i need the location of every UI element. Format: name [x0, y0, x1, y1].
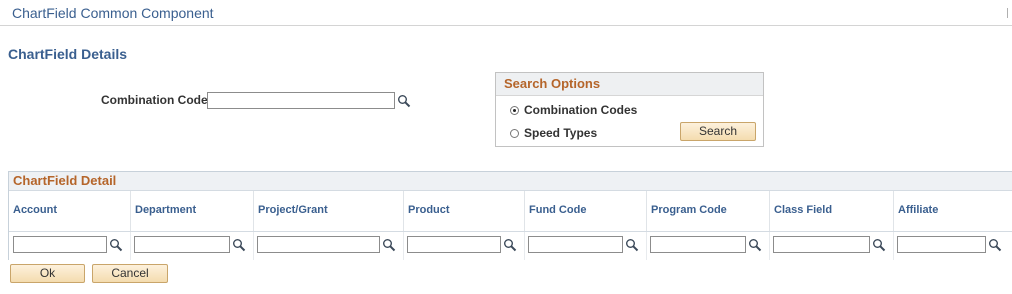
search-options-title: Search Options: [496, 73, 763, 96]
affiliate-input[interactable]: [897, 236, 986, 253]
col-class-field: Class Field: [770, 191, 894, 231]
col-program-code: Program Code: [647, 191, 770, 231]
page-header: ChartField Common Component: [0, 0, 1012, 26]
class-field-input[interactable]: [773, 236, 870, 253]
cancel-button[interactable]: Cancel: [92, 264, 168, 283]
combination-code-input[interactable]: [207, 92, 395, 109]
col-project-grant: Project/Grant: [254, 191, 404, 231]
product-input[interactable]: [407, 236, 501, 253]
radio-combination-codes-label: Combination Codes: [524, 103, 638, 117]
search-options-panel: Search Options Combination Codes Speed T…: [495, 72, 764, 147]
header-divider: [1007, 8, 1008, 18]
program-code-input[interactable]: [650, 236, 746, 253]
radio-speed-types[interactable]: Speed Types: [510, 126, 597, 140]
project-grant-input[interactable]: [257, 236, 380, 253]
radio-speed-types-label: Speed Types: [524, 126, 598, 140]
grid-title: ChartField Detail: [9, 172, 1012, 191]
col-product: Product: [404, 191, 525, 231]
combination-code-label: Combination Code: [101, 93, 208, 107]
department-input[interactable]: [134, 236, 230, 253]
affiliate-lookup-icon[interactable]: [988, 238, 1002, 252]
class-field-lookup-icon[interactable]: [872, 238, 886, 252]
page-title: ChartField Common Component: [12, 5, 214, 21]
col-account: Account: [9, 191, 131, 231]
col-fund-code: Fund Code: [525, 191, 647, 231]
department-lookup-icon[interactable]: [232, 238, 246, 252]
radio-combination-codes[interactable]: Combination Codes: [510, 103, 637, 117]
combination-code-lookup-icon[interactable]: [397, 94, 411, 108]
radio-unselected-icon[interactable]: [510, 129, 519, 139]
fund-code-input[interactable]: [528, 236, 623, 253]
col-affiliate: Affiliate: [898, 204, 939, 216]
search-button[interactable]: Search: [680, 122, 756, 141]
col-department: Department: [131, 191, 254, 231]
project-grant-lookup-icon[interactable]: [382, 238, 396, 252]
account-input[interactable]: [13, 236, 107, 253]
account-lookup-icon[interactable]: [109, 238, 123, 252]
program-code-lookup-icon[interactable]: [748, 238, 762, 252]
fund-code-lookup-icon[interactable]: [625, 238, 639, 252]
radio-selected-icon[interactable]: [510, 106, 519, 116]
section-title: ChartField Details: [8, 46, 128, 62]
product-lookup-icon[interactable]: [503, 238, 517, 252]
ok-button[interactable]: Ok: [10, 264, 85, 283]
grid-column-headers: Account Department Project/Grant Product…: [9, 191, 1012, 231]
